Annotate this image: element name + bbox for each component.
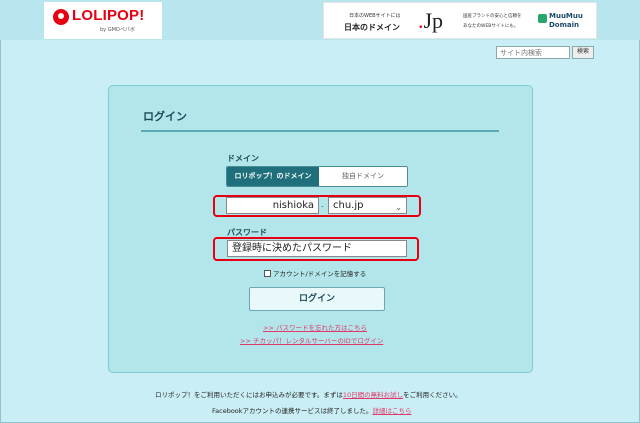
domain-label: ドメイン (227, 154, 259, 163)
domain-separator: . (321, 200, 324, 209)
footer-facebook-note: Facebookアカウントの連携サービスは終了しました。詳細はこちら (212, 405, 412, 415)
footer-line1-post: をご利用ください。 (403, 391, 462, 399)
header: LOLIPOP! by GMOペパボ 日本のWEBサイトには 日本のドメイン .… (0, 0, 640, 40)
subdomain-input[interactable]: nishioka (226, 197, 319, 214)
jp-text: Jp (423, 8, 444, 33)
muumuu-icon (538, 14, 547, 23)
title-divider (141, 130, 499, 132)
login-button[interactable]: ログイン (249, 287, 385, 311)
site-search-input[interactable] (496, 46, 570, 59)
logo-text: LOLIPOP! (72, 7, 145, 24)
jp-logo: .Jp (418, 8, 443, 34)
login-title: ログイン (143, 110, 187, 123)
forgot-password-link[interactable]: >> パスワードを忘れた方はこちら (263, 322, 367, 332)
password-input[interactable]: 登録時に決めたパスワード (227, 240, 407, 257)
banner-right-line1: 国産ブランドの安心と信頼を (463, 14, 522, 19)
tab-own-domain[interactable]: 独自ドメイン (319, 167, 407, 186)
chevron-down-icon: ⌄ (395, 203, 402, 212)
muumuu-brand-line1: MuuMuu (549, 12, 583, 20)
details-link[interactable]: 詳細はこちら (373, 407, 412, 415)
logo-sub: by GMOペパボ (100, 27, 135, 33)
footer-line2-pre: Facebookアカウントの連携サービスは終了しました。 (212, 407, 373, 415)
muumuu-banner[interactable]: 日本のWEBサイトには 日本のドメイン .Jp 国産ブランドの安心と信頼を あな… (323, 2, 597, 39)
remember-row: アカウント/ドメインを記憶する (264, 268, 366, 278)
free-trial-link[interactable]: 10日間の無料お試し (343, 391, 403, 399)
lolipop-logo[interactable]: LOLIPOP! by GMOペパボ (44, 2, 162, 39)
site-search-button[interactable]: 検索 (572, 46, 594, 59)
lolipop-logo-icon (53, 9, 69, 25)
footer-signup-note: ロリポップ！をご利用いただくにはお申込みが必要です。まずは10日間の無料お試しを… (155, 389, 462, 399)
muumuu-brand-line2: Domain (549, 21, 580, 29)
remember-checkbox[interactable] (264, 270, 271, 277)
chicappa-login-link[interactable]: >> チカッパ！レンタルサーバーのIDでログイン (240, 335, 383, 345)
banner-line1: 日本のWEBサイトには (349, 13, 401, 19)
domain-select-value: chu.jp (333, 200, 364, 211)
banner-right-line2: あなたのWEBサイトにも。 (463, 24, 519, 29)
login-panel: ログイン ドメイン ロリポップ！のドメイン 独自ドメイン nishioka . … (108, 85, 533, 373)
tab-lolipop-domain[interactable]: ロリポップ！のドメイン (227, 167, 319, 186)
banner-line2: 日本のドメイン (344, 23, 400, 32)
domain-select[interactable]: chu.jp ⌄ (328, 197, 407, 214)
domain-type-tabs: ロリポップ！のドメイン 独自ドメイン (226, 166, 408, 187)
footer-line1-pre: ロリポップ！をご利用いただくにはお申込みが必要です。まずは (155, 391, 343, 399)
remember-label[interactable]: アカウント/ドメインを記憶する (273, 270, 366, 278)
